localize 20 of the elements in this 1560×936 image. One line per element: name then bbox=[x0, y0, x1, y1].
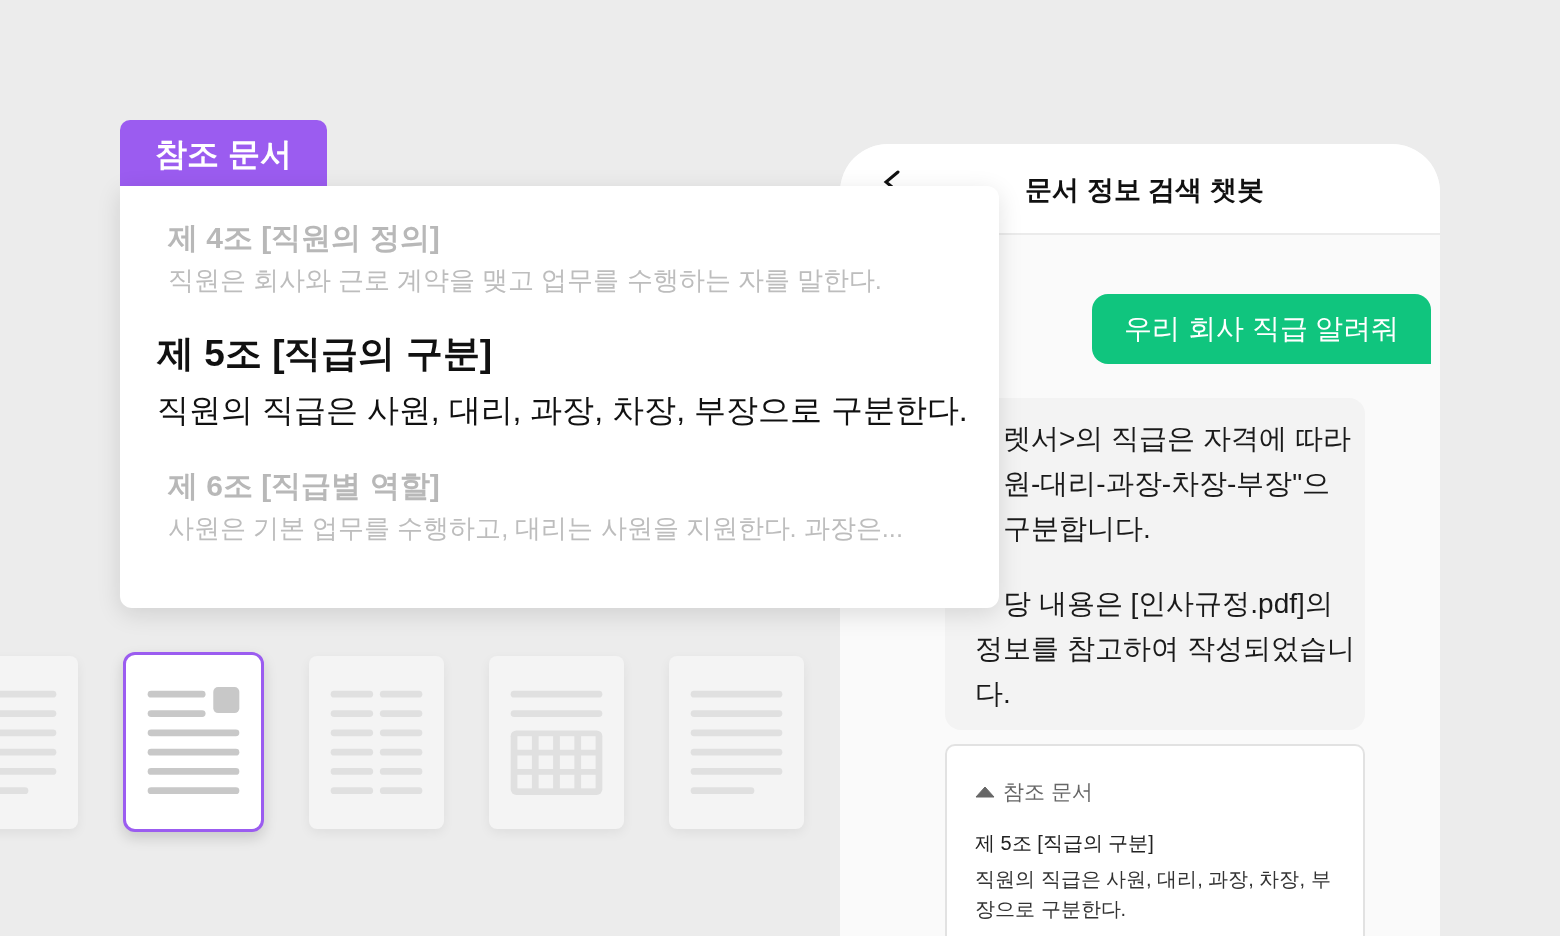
message-line: 구분합니다. bbox=[1002, 512, 1152, 546]
article-title: 제 5조 [직급의 구분] bbox=[157, 332, 494, 376]
reference-label[interactable]: 참조 문서 bbox=[1003, 776, 1093, 808]
user-message: 우리 회사 직급 알려줘 bbox=[1092, 294, 1432, 364]
message-line: 다. bbox=[975, 677, 1012, 711]
article-text: 직원은 회사와 근로 계약을 맺고 업무를 수행하는 자를 말한다. bbox=[168, 265, 883, 296]
article-text: 직원의 직급은 사원, 대리, 과장, 차장, 부장으로 구분한다. bbox=[157, 391, 969, 430]
message-line: 원-대리-과장-차장-부장"으 bbox=[1002, 467, 1332, 501]
message-line: 렛서>의 직급은 자격에 따라 bbox=[1002, 422, 1352, 456]
article-text: 사원은 기본 업무를 수행하고, 대리는 사원을 지원한다. 과장은... bbox=[168, 513, 905, 544]
reference-title: 제 5조 [직급의 구분] bbox=[975, 830, 1155, 856]
chat-title: 문서 정보 검색 챗봇 bbox=[1025, 174, 1264, 207]
caret-up-icon[interactable] bbox=[975, 785, 995, 798]
article-title: 제 4조 [직원의 정의] bbox=[168, 220, 441, 256]
reference-text: 직원의 직급은 사원, 대리, 과장, 차장, 부장으로 구분한다. bbox=[975, 866, 1332, 922]
document-lines-icon bbox=[146, 687, 241, 797]
document-thumbnail[interactable] bbox=[123, 652, 264, 832]
article-title: 제 6조 [직급별 역할] bbox=[168, 468, 441, 504]
message-line: 당 내용은 [인사규정.pdf]의 bbox=[1002, 587, 1334, 621]
message-line: 정보를 참고하여 작성되었습니 bbox=[975, 632, 1356, 666]
